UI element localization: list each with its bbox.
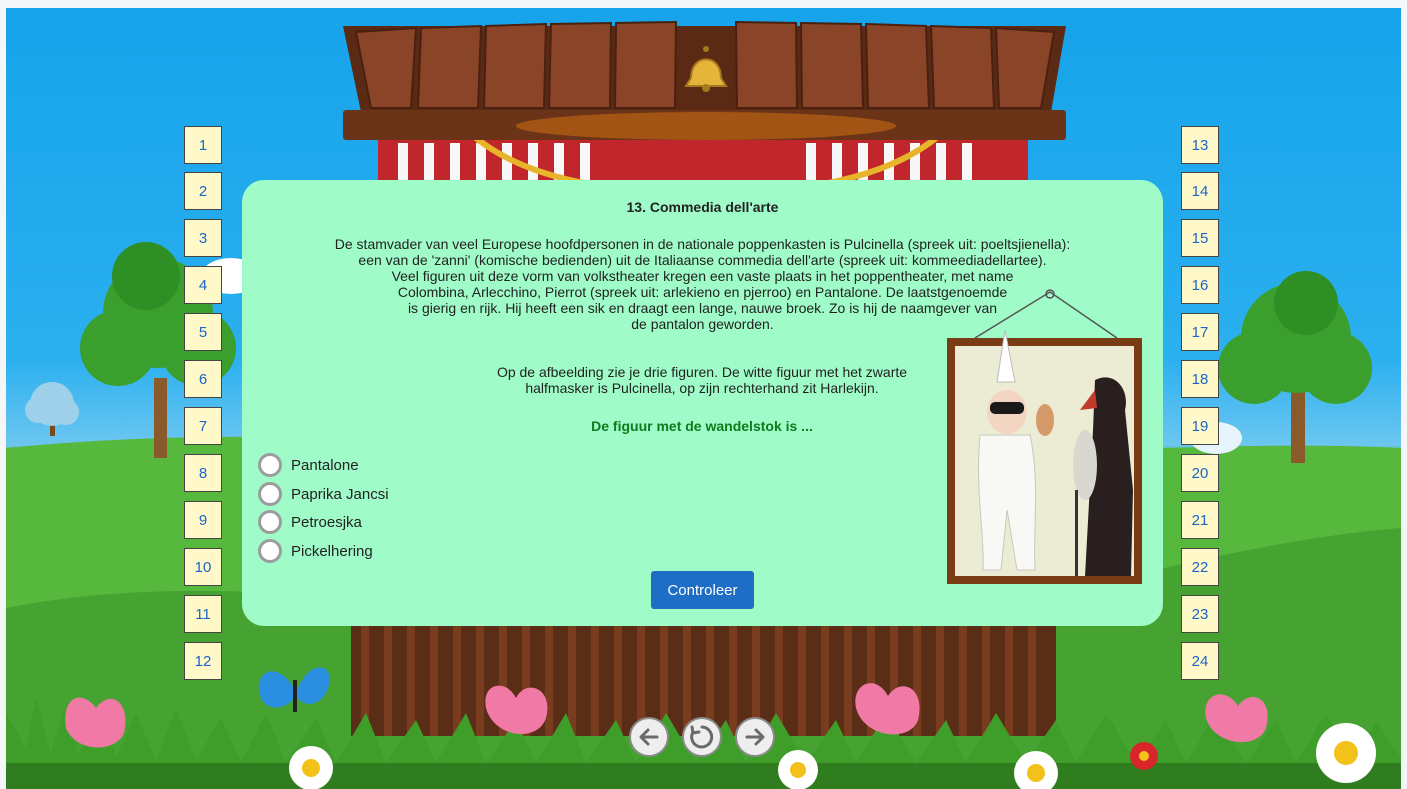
number-label: 16	[1191, 276, 1209, 294]
number-button-19[interactable]: 19	[1181, 407, 1219, 445]
number-label: 22	[1191, 558, 1209, 576]
number-button-23[interactable]: 23	[1181, 595, 1219, 633]
number-label: 1	[198, 136, 208, 154]
number-label: 11	[195, 605, 211, 623]
paragraph-line: een van de 'zanni' (komische bedienden) …	[358, 252, 1047, 268]
option-label: Petroesjka	[291, 513, 362, 531]
radio-button[interactable]	[258, 453, 282, 477]
number-button-12[interactable]: 12	[184, 642, 222, 680]
number-label: 9	[198, 511, 208, 529]
number-label: 4	[198, 276, 208, 294]
number-label: 8	[198, 464, 208, 482]
number-label: 7	[198, 417, 208, 435]
number-button-17[interactable]: 17	[1181, 313, 1219, 351]
number-label: 17	[1191, 323, 1209, 341]
paragraph-line: Veel figuren uit deze vorm van volksthea…	[391, 268, 1014, 284]
check-button[interactable]: Controleer	[651, 571, 754, 609]
number-button-20[interactable]: 20	[1181, 454, 1219, 492]
number-label: 13	[1191, 136, 1209, 154]
number-button-9[interactable]: 9	[184, 501, 222, 539]
number-label: 23	[1191, 605, 1209, 623]
number-label: 21	[1191, 511, 1209, 529]
number-button-13[interactable]: 13	[1181, 126, 1219, 164]
number-button-18[interactable]: 18	[1181, 360, 1219, 398]
next-button[interactable]	[735, 717, 775, 757]
framed-painting	[947, 289, 1142, 584]
answer-option-petroesjka[interactable]: Petroesjka	[258, 508, 362, 536]
paragraph-line: Op de afbeelding zie je drie figuren. De…	[496, 364, 908, 380]
number-button-14[interactable]: 14	[1181, 172, 1219, 210]
arrow-right-icon	[745, 728, 765, 746]
answer-option-paprika-jancsi[interactable]: Paprika Jancsi	[258, 480, 389, 508]
radio-button[interactable]	[258, 539, 282, 563]
option-label: Pickelhering	[291, 542, 373, 560]
reset-icon	[690, 725, 714, 749]
number-button-2[interactable]: 2	[184, 172, 222, 210]
number-button-8[interactable]: 8	[184, 454, 222, 492]
number-label: 18	[1191, 370, 1209, 388]
radio-button[interactable]	[258, 482, 282, 506]
number-label: 2	[198, 182, 208, 200]
number-label: 6	[198, 370, 208, 388]
number-button-21[interactable]: 21	[1181, 501, 1219, 539]
question-prompt: De figuur met de wandelstok is ...	[591, 418, 813, 434]
number-label: 10	[194, 558, 212, 576]
paragraph-line: De stamvader van veel Europese hoofdpers…	[334, 236, 1071, 252]
option-label: Pantalone	[291, 456, 359, 474]
reset-button[interactable]	[682, 717, 722, 757]
question-title: 13. Commedia dell'arte	[626, 199, 779, 215]
number-button-3[interactable]: 3	[184, 219, 222, 257]
number-button-6[interactable]: 6	[184, 360, 222, 398]
number-button-15[interactable]: 15	[1181, 219, 1219, 257]
paragraph-line: halfmasker is Pulcinella, op zijn rechte…	[525, 380, 879, 396]
number-label: 3	[198, 229, 208, 247]
small-tree-left	[25, 382, 79, 436]
answer-option-pantalone[interactable]: Pantalone	[258, 451, 359, 479]
number-label: 19	[1191, 417, 1209, 435]
number-button-1[interactable]: 1	[184, 126, 222, 164]
number-button-16[interactable]: 16	[1181, 266, 1219, 304]
arrow-left-icon	[639, 728, 659, 746]
number-button-22[interactable]: 22	[1181, 548, 1219, 586]
option-label: Paprika Jancsi	[291, 485, 389, 503]
previous-button[interactable]	[629, 717, 669, 757]
number-button-11[interactable]: 11	[184, 595, 222, 633]
number-button-4[interactable]: 4	[184, 266, 222, 304]
number-label: 5	[198, 323, 208, 341]
number-label: 14	[1191, 182, 1209, 200]
number-label: 12	[194, 652, 212, 670]
number-button-24[interactable]: 24	[1181, 642, 1219, 680]
question-panel: 13. Commedia dell'arte De stamvader van …	[242, 180, 1163, 626]
number-label: 15	[1191, 229, 1209, 247]
number-button-5[interactable]: 5	[184, 313, 222, 351]
number-label: 24	[1191, 652, 1209, 670]
number-button-10[interactable]: 10	[184, 548, 222, 586]
answer-option-pickelhering[interactable]: Pickelhering	[258, 537, 373, 565]
number-label: 20	[1191, 464, 1209, 482]
number-button-7[interactable]: 7	[184, 407, 222, 445]
radio-button[interactable]	[258, 510, 282, 534]
image-description: Op de afbeelding zie je drie figuren. De…	[462, 364, 942, 396]
